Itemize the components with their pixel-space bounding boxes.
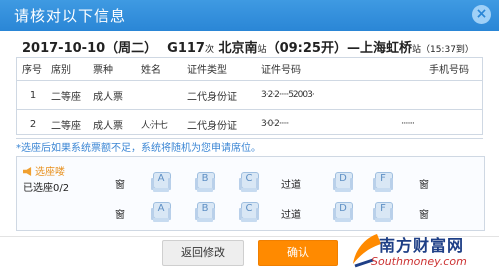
- speaker-icon: [23, 167, 32, 176]
- seat-letter: B: [201, 203, 209, 214]
- seat-select-title-text: 选座喽: [35, 167, 65, 178]
- row-name: 人·汁七: [140, 109, 186, 139]
- aisle-label: 过道: [281, 180, 301, 191]
- depart-time: （09:25开）: [266, 41, 347, 56]
- seat-letter: A: [157, 203, 165, 214]
- from-station: 北京南: [218, 41, 258, 56]
- row-ticket: 成人票: [92, 80, 140, 110]
- seat-letter: C: [245, 203, 253, 214]
- trip-weekday: （周二）: [105, 41, 158, 56]
- seat-b-row2[interactable]: B: [195, 202, 215, 222]
- row-seat: 二等座: [50, 80, 92, 110]
- row-seat: 二等座: [50, 109, 92, 139]
- row-idtype: 二代身份证: [186, 109, 260, 139]
- seat-b-row1[interactable]: B: [195, 172, 215, 192]
- seat-letter: D: [339, 173, 347, 184]
- row-ticket: 成人票: [92, 109, 140, 139]
- header-phone: 手机号码: [400, 57, 483, 81]
- table-row: 2 二等座 成人票 人·汁七 二代身份证 3·0·2····· ·······: [16, 109, 483, 139]
- seat-letter: F: [380, 203, 386, 214]
- watermark-line1: 南方财富网: [379, 236, 465, 255]
- to-suffix: 站: [411, 45, 421, 55]
- back-modify-button[interactable]: 返回修改: [162, 240, 244, 266]
- row-no: 2: [16, 109, 50, 139]
- seat-letter: B: [201, 173, 209, 184]
- header-seat: 席别: [50, 57, 92, 81]
- header-idno: 证件号码: [260, 57, 400, 81]
- trip-dash: —: [346, 41, 360, 56]
- header-ticket: 票种: [92, 57, 140, 81]
- trip-date: 2017-10-10: [22, 41, 106, 56]
- train-suffix: 次: [204, 45, 214, 55]
- window-label: 窗: [419, 180, 429, 191]
- passenger-table: 序号 席别 票种 姓名 证件类型 证件号码 手机号码 1 二等座 成人票 二代身…: [16, 57, 483, 139]
- aisle-label: 过道: [281, 210, 301, 221]
- seat-d-row1[interactable]: D: [333, 172, 353, 192]
- trip-summary: 2017-10-10（周二） G117次 北京南站（09:25开）—上海虹桥站（1…: [22, 37, 474, 56]
- from-suffix: 站: [257, 45, 267, 55]
- site-watermark: 南方财富网 Southmoney.com: [347, 228, 499, 275]
- seat-select-count: 已选座0/2: [23, 183, 70, 194]
- row-no: 1: [16, 80, 50, 110]
- dialog-titlebar: 请核对以下信息 ×: [0, 0, 499, 31]
- seat-d-row2[interactable]: D: [333, 202, 353, 222]
- seat-c-row2[interactable]: C: [239, 202, 259, 222]
- header-idtype: 证件类型: [186, 57, 260, 81]
- seat-letter: D: [339, 203, 347, 214]
- seat-select-title: 选座喽: [23, 163, 65, 178]
- header-no: 序号: [16, 57, 50, 81]
- seat-f-row1[interactable]: F: [373, 172, 393, 192]
- arrive-time: （15:37到）: [420, 45, 474, 55]
- window-label: 窗: [115, 180, 125, 191]
- window-label: 窗: [419, 210, 429, 221]
- seat-note: *选座后如果系统票额不足，系统将随机为您申请席位。: [16, 143, 261, 154]
- row-idtype: 二代身份证: [186, 80, 260, 110]
- table-header-row: 序号 席别 票种 姓名 证件类型 证件号码 手机号码: [16, 57, 483, 81]
- seat-a-row1[interactable]: A: [151, 172, 171, 192]
- row-phone: ·······: [400, 109, 483, 139]
- dialog-title: 请核对以下信息: [14, 7, 127, 25]
- row-idno: 3·0·2·····: [260, 109, 400, 139]
- confirm-button[interactable]: 确认: [258, 240, 338, 266]
- window-label: 窗: [115, 210, 125, 221]
- seat-letter: C: [245, 173, 253, 184]
- close-icon[interactable]: ×: [472, 5, 491, 24]
- to-station: 上海虹桥: [359, 41, 412, 56]
- table-row: 1 二等座 成人票 二代身份证 3·2·2·····52003·: [16, 80, 483, 110]
- seat-f-row2[interactable]: F: [373, 202, 393, 222]
- seat-letter: A: [157, 173, 165, 184]
- row-name: [140, 80, 186, 110]
- seat-a-row2[interactable]: A: [151, 202, 171, 222]
- row-idno: 3·2·2·····52003·: [260, 80, 400, 110]
- header-name: 姓名: [140, 57, 186, 81]
- seat-letter: F: [380, 173, 386, 184]
- row-phone: [400, 80, 483, 110]
- watermark-line2: Southmoney.com: [371, 255, 467, 268]
- seat-select-panel: 选座喽 已选座0/2 窗过道窗 A B C D F 窗过道窗 A B C D F: [16, 156, 485, 231]
- train-number: G117: [167, 41, 205, 56]
- seat-c-row1[interactable]: C: [239, 172, 259, 192]
